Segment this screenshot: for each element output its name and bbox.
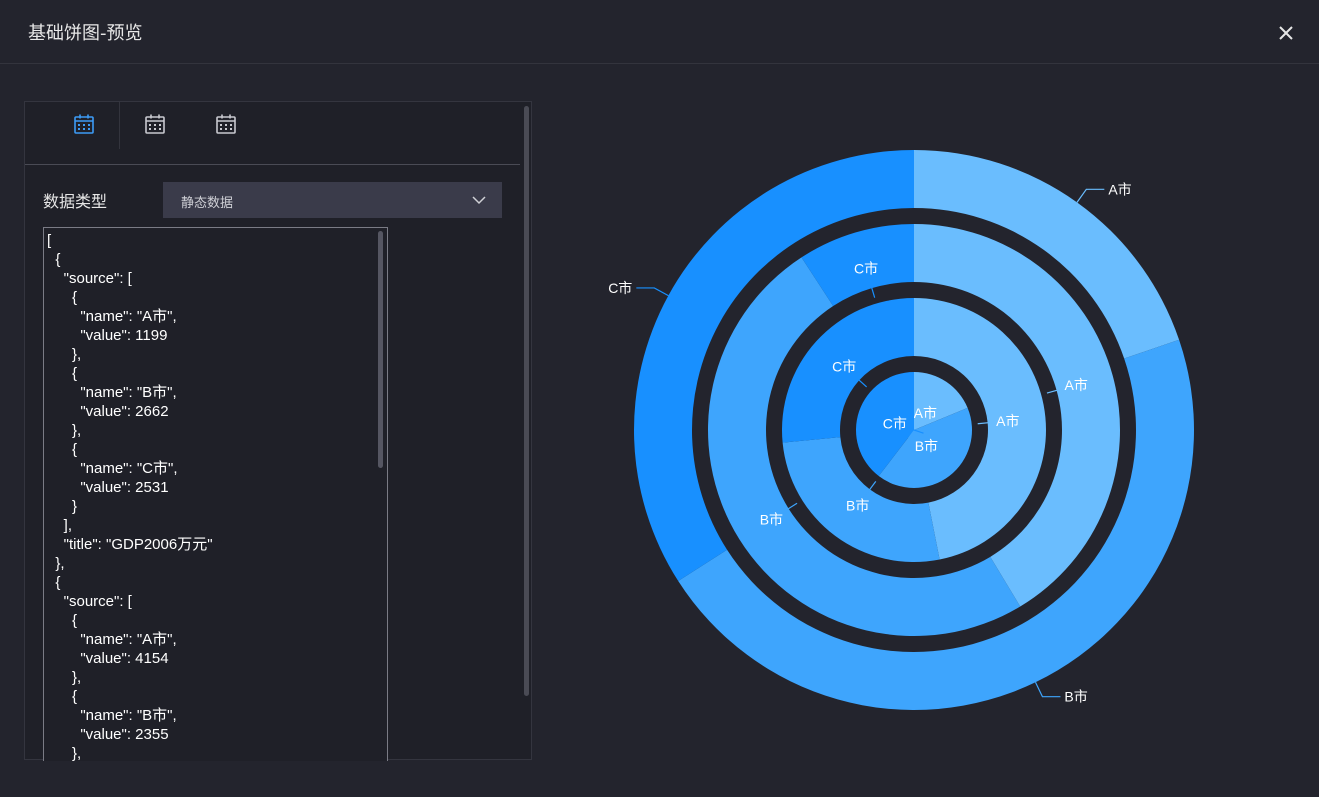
pie-label: A市 [1108,181,1131,197]
pie-label: C市 [883,415,907,431]
code-line: "name": "A市", [47,631,177,648]
code-line: { [47,289,78,306]
pie-label: B市 [846,498,869,514]
pie-label: C市 [832,359,856,375]
code-line: "name": "A市", [47,308,177,325]
tab-divider [119,102,120,149]
editor-scrollbar[interactable] [378,231,383,468]
code-line: "value": 2355 [47,726,169,743]
pie-label: C市 [854,261,878,277]
config-tabs [25,102,520,165]
pie-label: B市 [1064,689,1087,705]
code-line: "source": [ [47,270,132,287]
label-line [1034,682,1061,698]
code-line: "name": "B市", [47,384,177,401]
label-line [1076,188,1105,203]
label-line [636,287,669,297]
code-line: "name": "B市", [47,707,177,724]
code-line: { [47,365,78,382]
code-line: "title": "GDP2006万元" [47,536,213,553]
pie-label: A市 [1064,377,1087,393]
panel-scrollbar[interactable] [524,106,529,696]
tab-calendar-icon-3[interactable] [214,112,238,136]
dialog-title: 基础饼图-预览 [28,23,143,44]
json-code[interactable]: [ { "source": [ { "name": "A市", "value":… [47,231,213,761]
code-line: { [47,251,61,268]
code-line: "source": [ [47,593,132,610]
close-icon[interactable] [1275,22,1297,44]
tab-calendar-icon-1[interactable] [72,112,96,136]
code-line: ], [47,517,73,534]
data-type-value: 静态数据 [181,196,234,211]
config-panel: 数据类型 静态数据 [ { "source": [ { "name": "A市"… [24,101,532,761]
code-line: "name": "C市", [47,460,178,477]
pie-label: A市 [914,405,937,421]
pie-label: B市 [760,511,783,527]
json-editor[interactable]: [ { "source": [ { "name": "A市", "value":… [43,227,388,761]
code-line: { [47,441,78,458]
nested-pie-chart: A市 B市 C市 A市 B市 C市 A市 B市 C市 A市 B市 C市 [608,150,1194,711]
code-line: { [47,574,61,591]
code-line: "value": 2531 [47,479,169,496]
chevron-down-icon [472,196,486,205]
code-line: { [47,688,78,705]
code-line: }, [47,555,65,572]
code-line: }, [47,422,82,439]
tab-calendar-icon-2[interactable] [143,112,167,136]
code-line: } [47,498,78,515]
pie-label: A市 [996,413,1019,429]
code-line: [ [47,232,52,249]
pie-label: C市 [608,280,632,296]
data-type-select[interactable]: 静态数据 [163,182,502,218]
code-line: }, [47,346,82,363]
code-line: "value": 4154 [47,650,169,667]
code-line: }, [47,745,82,761]
code-line: }, [47,669,82,686]
data-type-label: 数据类型 [43,192,108,211]
dialog-header: 基础饼图-预览 [0,0,1319,64]
pie-label: B市 [915,438,938,454]
code-line: { [47,612,78,629]
code-line: "value": 2662 [47,403,169,420]
code-line: "value": 1199 [47,327,168,344]
